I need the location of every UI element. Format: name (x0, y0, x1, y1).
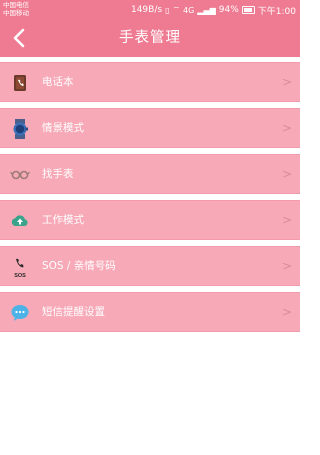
find-watch-icon (10, 165, 30, 185)
cloud-upload-icon (10, 211, 30, 231)
menu-item-label: SOS / 亲情号码 (42, 260, 116, 272)
battery-icon (241, 6, 255, 14)
watch-icon (10, 119, 30, 139)
sos-icon-text: SOS (14, 273, 26, 279)
sms-icon (10, 303, 30, 323)
menu-item-label: 电话本 (42, 76, 74, 88)
chevron-right-icon: > (281, 213, 292, 227)
battery-percent: 94% (218, 5, 239, 15)
menu-item-label: 情景模式 (42, 122, 84, 134)
network-type: 4G (183, 5, 195, 15)
nav-bar: 手表管理 (0, 20, 300, 57)
menu-item-work-mode[interactable]: 工作模式 > (0, 200, 300, 240)
sos-phone-icon: SOS (10, 257, 30, 279)
phonebook-icon (10, 73, 30, 93)
menu-item-phonebook[interactable]: 电话本 > (0, 62, 300, 102)
wifi-icon: ⌔ (172, 5, 180, 14)
page-title: 手表管理 (119, 30, 181, 46)
menu-item-label: 工作模式 (42, 214, 84, 226)
chevron-right-icon: > (281, 75, 292, 89)
menu-item-label: 找手表 (42, 168, 74, 180)
status-right: 149B/s ▯ ⌔ 4G ▂▄▆ 94% 下午1:00 (131, 0, 296, 20)
chevron-right-icon: > (281, 121, 292, 135)
menu-item-sms-reminder[interactable]: 短信提醒设置 > (0, 292, 300, 332)
signal-icon: ▂▄▆ (197, 5, 216, 15)
chevron-right-icon: > (281, 259, 292, 273)
menu-item-label: 短信提醒设置 (42, 306, 105, 318)
menu-item-sos[interactable]: SOS SOS / 亲情号码 > (0, 246, 300, 286)
carrier-1: 中国电信 (3, 1, 29, 9)
chevron-right-icon: > (281, 167, 292, 181)
menu-item-find-watch[interactable]: 找手表 > (0, 154, 300, 194)
carrier-2: 中国移动 (3, 9, 29, 17)
status-bar: 中国电信 中国移动 149B/s ▯ ⌔ 4G ▂▄▆ 94% 下午1:00 (0, 0, 300, 20)
vibrate-icon: ▯ (165, 5, 170, 15)
network-speed: 149B/s (130, 5, 163, 15)
chevron-right-icon: > (281, 305, 292, 319)
menu-item-scene-mode[interactable]: 情景模式 > (0, 108, 300, 148)
clock: 下午1:00 (257, 6, 296, 17)
